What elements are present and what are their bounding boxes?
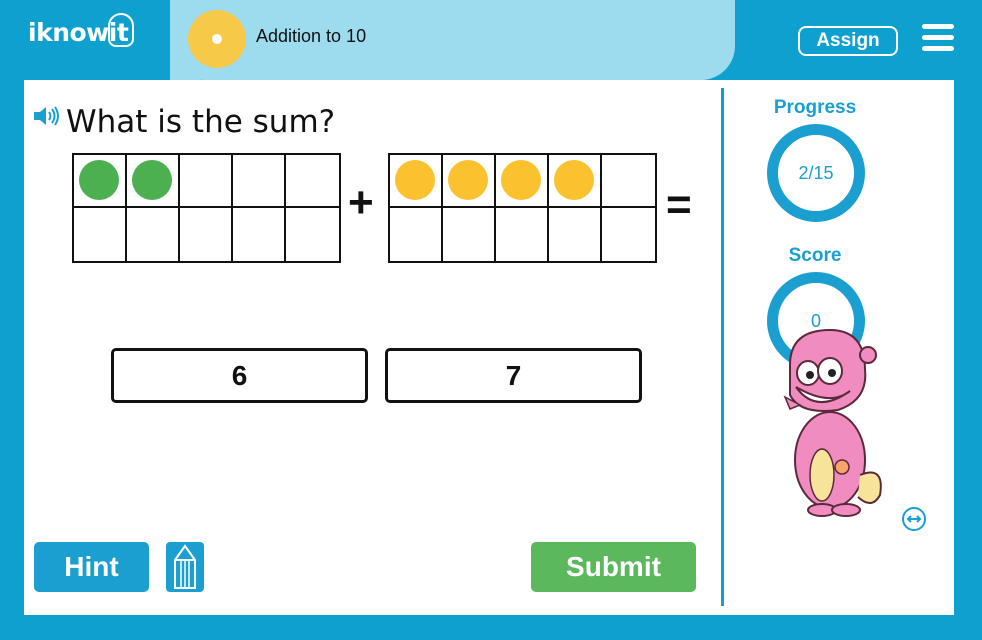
hint-button[interactable]: Hint <box>34 542 149 592</box>
iknowit-logo[interactable]: iknowit <box>28 13 135 47</box>
ten-frame-cell <box>549 155 602 208</box>
counter-dot <box>501 160 541 200</box>
ten-frame-cell <box>390 208 443 261</box>
ten-frame-cell <box>496 208 549 261</box>
bulb-icon <box>108 13 135 47</box>
ten-frame-cell <box>602 155 655 208</box>
ten-frame-cell <box>549 208 602 261</box>
counter-dot <box>79 160 119 200</box>
counter-dot <box>554 160 594 200</box>
hamburger-menu-icon[interactable] <box>922 24 954 52</box>
question-prompt: What is the sum? <box>34 98 335 140</box>
header-bar: iknowit Addition to 10 Assign <box>0 0 982 80</box>
ten-frame-cell <box>443 155 496 208</box>
pink-monster-mascot <box>783 328 882 517</box>
ten-frame-left <box>72 153 341 263</box>
progress-ring: 2/15 <box>767 124 865 222</box>
panel-divider <box>721 88 724 606</box>
pencil-icon[interactable] <box>166 542 204 592</box>
ten-frame-cell <box>127 208 180 261</box>
question-text: What is the sum? <box>66 104 336 140</box>
ten-frame-cell <box>233 155 286 208</box>
disc-icon <box>188 10 246 68</box>
lesson-title-bar: Addition to 10 <box>170 0 735 80</box>
equals-sign: = <box>666 180 692 229</box>
ten-frame-cell <box>286 155 339 208</box>
score-label: Score <box>788 245 842 266</box>
ten-frame-right <box>388 153 657 263</box>
counter-dot <box>132 160 172 200</box>
plus-sign: + <box>348 178 374 227</box>
progress-label: Progress <box>773 97 857 118</box>
progress-value: 2/15 <box>798 163 834 183</box>
ten-frame-cell <box>496 155 549 208</box>
ten-frame-cell <box>127 155 180 208</box>
ten-frame-cell <box>74 155 127 208</box>
answer-option-2[interactable]: 7 <box>385 348 642 403</box>
ten-frame-cell <box>286 208 339 261</box>
lesson-title: Addition to 10 <box>256 26 367 46</box>
ten-frame-cell <box>602 208 655 261</box>
ten-frame-cell <box>443 208 496 261</box>
answer-option-1[interactable]: 6 <box>111 348 368 403</box>
ten-frame-cell <box>180 208 233 261</box>
ten-frame-cell <box>74 208 127 261</box>
resize-icon[interactable] <box>902 507 926 531</box>
speaker-icon[interactable] <box>34 98 60 134</box>
counter-dot <box>448 160 488 200</box>
ten-frame-cell <box>390 155 443 208</box>
assign-button[interactable]: Assign <box>798 26 898 56</box>
ten-frame-cell <box>233 208 286 261</box>
ten-frame-cell <box>180 155 233 208</box>
counter-dot <box>395 160 435 200</box>
submit-button[interactable]: Submit <box>531 542 696 592</box>
